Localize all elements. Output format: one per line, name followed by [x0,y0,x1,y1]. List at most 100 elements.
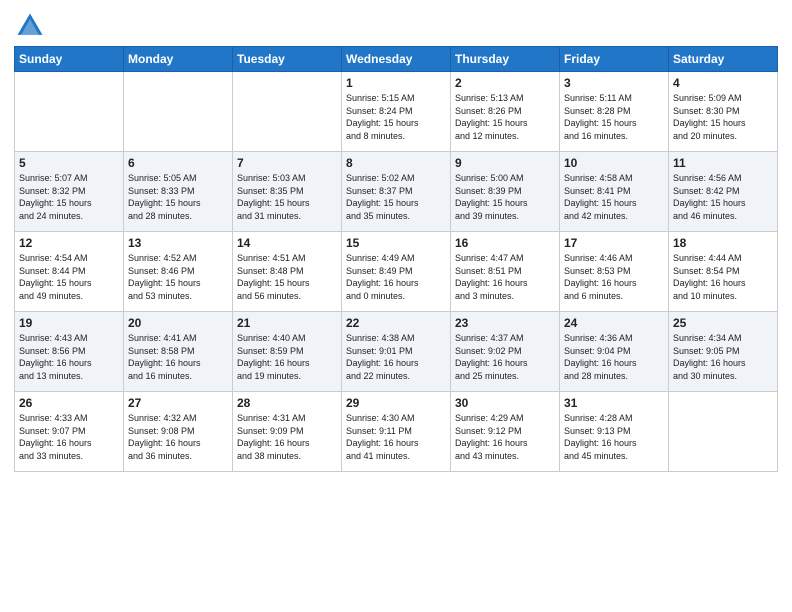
day-number: 28 [237,396,337,410]
day-info: Sunrise: 4:34 AM Sunset: 9:05 PM Dayligh… [673,332,773,382]
calendar-cell: 16 Sunrise: 4:47 AM Sunset: 8:51 PM Dayli… [451,232,560,312]
day-number: 22 [346,316,446,330]
day-number: 21 [237,316,337,330]
calendar-header-row: SundayMondayTuesdayWednesdayThursdayFrid… [15,47,778,72]
day-info: Sunrise: 4:54 AM Sunset: 8:44 PM Dayligh… [19,252,119,302]
day-number: 30 [455,396,555,410]
day-number: 15 [346,236,446,250]
calendar-cell: 10 Sunrise: 4:58 AM Sunset: 8:41 PM Dayli… [560,152,669,232]
day-number: 13 [128,236,228,250]
day-info: Sunrise: 4:30 AM Sunset: 9:11 PM Dayligh… [346,412,446,462]
calendar-cell: 18 Sunrise: 4:44 AM Sunset: 8:54 PM Dayli… [669,232,778,312]
header [14,10,778,42]
calendar-cell: 15 Sunrise: 4:49 AM Sunset: 8:49 PM Dayli… [342,232,451,312]
day-number: 7 [237,156,337,170]
day-number: 5 [19,156,119,170]
calendar-cell [15,72,124,152]
day-info: Sunrise: 4:32 AM Sunset: 9:08 PM Dayligh… [128,412,228,462]
calendar-cell: 9 Sunrise: 5:00 AM Sunset: 8:39 PM Daylig… [451,152,560,232]
day-number: 12 [19,236,119,250]
day-number: 6 [128,156,228,170]
day-info: Sunrise: 5:07 AM Sunset: 8:32 PM Dayligh… [19,172,119,222]
calendar-cell: 23Sunrise: 4:37 AM Sunset: 9:02 PM Dayli… [451,312,560,392]
day-number: 24 [564,316,664,330]
calendar-cell: 20 Sunrise: 4:41 AM Sunset: 8:58 PM Dayli… [124,312,233,392]
logo-icon [14,10,46,42]
col-header-friday: Friday [560,47,669,72]
calendar-cell: 14 Sunrise: 4:51 AM Sunset: 8:48 PM Dayli… [233,232,342,312]
calendar-cell: 5 Sunrise: 5:07 AM Sunset: 8:32 PM Daylig… [15,152,124,232]
day-number: 1 [346,76,446,90]
day-number: 27 [128,396,228,410]
calendar-cell: 13 Sunrise: 4:52 AM Sunset: 8:46 PM Dayli… [124,232,233,312]
day-number: 4 [673,76,773,90]
col-header-sunday: Sunday [15,47,124,72]
calendar-cell: 12 Sunrise: 4:54 AM Sunset: 8:44 PM Dayli… [15,232,124,312]
col-header-wednesday: Wednesday [342,47,451,72]
day-number: 26 [19,396,119,410]
calendar-table: SundayMondayTuesdayWednesdayThursdayFrid… [14,46,778,472]
calendar-cell: 24 Sunrise: 4:36 AM Sunset: 9:04 PM Dayli… [560,312,669,392]
day-number: 25 [673,316,773,330]
calendar-cell [233,72,342,152]
day-number: 9 [455,156,555,170]
day-info: Sunrise: 4:56 AM Sunset: 8:42 PM Dayligh… [673,172,773,222]
page: SundayMondayTuesdayWednesdayThursdayFrid… [0,0,792,612]
calendar-cell: 6 Sunrise: 5:05 AM Sunset: 8:33 PM Daylig… [124,152,233,232]
day-info: Sunrise: 4:31 AM Sunset: 9:09 PM Dayligh… [237,412,337,462]
calendar-week-5: 26Sunrise: 4:33 AM Sunset: 9:07 PM Dayli… [15,392,778,472]
calendar-cell: 2 Sunrise: 5:13 AM Sunset: 8:26 PM Daylig… [451,72,560,152]
calendar-cell: 30 Sunrise: 4:29 AM Sunset: 9:12 PM Dayli… [451,392,560,472]
col-header-saturday: Saturday [669,47,778,72]
calendar-cell: 17 Sunrise: 4:46 AM Sunset: 8:53 PM Dayli… [560,232,669,312]
day-info: Sunrise: 5:13 AM Sunset: 8:26 PM Dayligh… [455,92,555,142]
day-info: Sunrise: 4:43 AM Sunset: 8:56 PM Dayligh… [19,332,119,382]
day-info: Sunrise: 4:28 AM Sunset: 9:13 PM Dayligh… [564,412,664,462]
day-info: Sunrise: 4:38 AM Sunset: 9:01 PM Dayligh… [346,332,446,382]
calendar-cell: 11 Sunrise: 4:56 AM Sunset: 8:42 PM Dayli… [669,152,778,232]
day-number: 18 [673,236,773,250]
day-number: 10 [564,156,664,170]
logo [14,10,48,42]
day-info: Sunrise: 4:29 AM Sunset: 9:12 PM Dayligh… [455,412,555,462]
day-info: Sunrise: 5:15 AM Sunset: 8:24 PM Dayligh… [346,92,446,142]
calendar-cell: 4Sunrise: 5:09 AM Sunset: 8:30 PM Daylig… [669,72,778,152]
day-info: Sunrise: 4:52 AM Sunset: 8:46 PM Dayligh… [128,252,228,302]
day-info: Sunrise: 4:51 AM Sunset: 8:48 PM Dayligh… [237,252,337,302]
day-info: Sunrise: 4:40 AM Sunset: 8:59 PM Dayligh… [237,332,337,382]
day-info: Sunrise: 4:36 AM Sunset: 9:04 PM Dayligh… [564,332,664,382]
day-info: Sunrise: 4:41 AM Sunset: 8:58 PM Dayligh… [128,332,228,382]
calendar-cell: 29 Sunrise: 4:30 AM Sunset: 9:11 PM Dayli… [342,392,451,472]
calendar-cell: 25 Sunrise: 4:34 AM Sunset: 9:05 PM Dayli… [669,312,778,392]
day-info: Sunrise: 4:47 AM Sunset: 8:51 PM Dayligh… [455,252,555,302]
day-info: Sunrise: 4:46 AM Sunset: 8:53 PM Dayligh… [564,252,664,302]
day-number: 20 [128,316,228,330]
calendar-cell: 22 Sunrise: 4:38 AM Sunset: 9:01 PM Dayli… [342,312,451,392]
calendar-cell: 31Sunrise: 4:28 AM Sunset: 9:13 PM Dayli… [560,392,669,472]
day-number: 29 [346,396,446,410]
day-number: 11 [673,156,773,170]
calendar-week-3: 12 Sunrise: 4:54 AM Sunset: 8:44 PM Dayli… [15,232,778,312]
col-header-monday: Monday [124,47,233,72]
day-info: Sunrise: 4:49 AM Sunset: 8:49 PM Dayligh… [346,252,446,302]
day-number: 23 [455,316,555,330]
calendar-cell: 3 Sunrise: 5:11 AM Sunset: 8:28 PM Daylig… [560,72,669,152]
day-number: 3 [564,76,664,90]
day-info: Sunrise: 4:44 AM Sunset: 8:54 PM Dayligh… [673,252,773,302]
calendar-cell: 26Sunrise: 4:33 AM Sunset: 9:07 PM Dayli… [15,392,124,472]
day-number: 8 [346,156,446,170]
day-info: Sunrise: 5:05 AM Sunset: 8:33 PM Dayligh… [128,172,228,222]
calendar-cell [669,392,778,472]
calendar-cell: 1 Sunrise: 5:15 AM Sunset: 8:24 PM Daylig… [342,72,451,152]
day-number: 17 [564,236,664,250]
day-info: Sunrise: 5:11 AM Sunset: 8:28 PM Dayligh… [564,92,664,142]
calendar-cell: 28 Sunrise: 4:31 AM Sunset: 9:09 PM Dayli… [233,392,342,472]
day-number: 2 [455,76,555,90]
calendar-cell: 19Sunrise: 4:43 AM Sunset: 8:56 PM Dayli… [15,312,124,392]
day-info: Sunrise: 4:58 AM Sunset: 8:41 PM Dayligh… [564,172,664,222]
calendar-week-1: 1 Sunrise: 5:15 AM Sunset: 8:24 PM Daylig… [15,72,778,152]
day-info: Sunrise: 5:00 AM Sunset: 8:39 PM Dayligh… [455,172,555,222]
day-number: 14 [237,236,337,250]
day-number: 16 [455,236,555,250]
calendar-cell: 8Sunrise: 5:02 AM Sunset: 8:37 PM Daylig… [342,152,451,232]
